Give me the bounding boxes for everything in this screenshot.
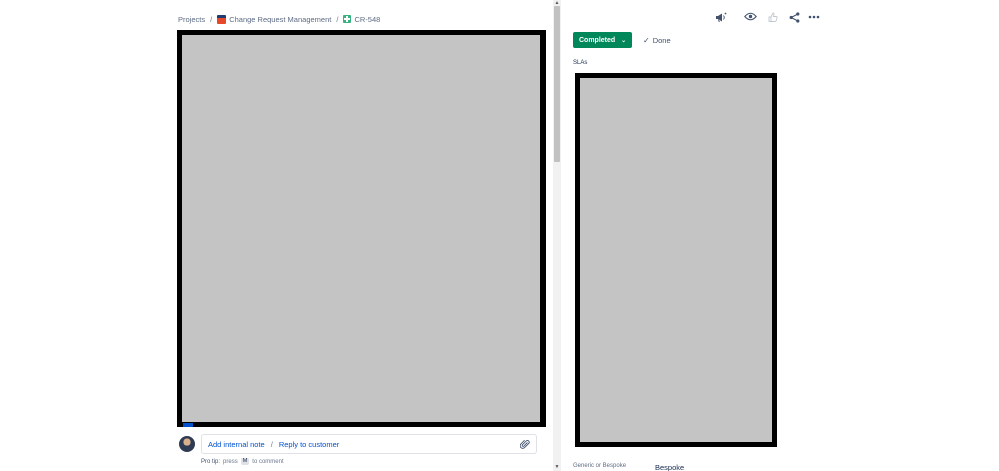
breadcrumb-separator: / <box>336 14 339 24</box>
pro-tip-press: press <box>223 458 238 465</box>
redacted-details-panel <box>575 73 777 447</box>
comment-composer[interactable]: Add internal note / Reply to customer <box>201 434 537 454</box>
pro-tip-label: Pro tip: <box>201 458 221 465</box>
breadcrumb: Projects / Change Request Management / C… <box>178 13 380 25</box>
left-panel-scrollbar[interactable]: ▲ ▼ <box>553 0 561 471</box>
megaphone-icon[interactable] <box>714 10 728 24</box>
slas-heading: SLAs <box>573 60 588 66</box>
reply-to-customer-link[interactable]: Reply to customer <box>279 440 339 449</box>
breadcrumb-project-link[interactable]: Change Request Management <box>229 15 331 24</box>
close-icon <box>519 421 529 426</box>
add-internal-note-link[interactable]: Add internal note <box>208 440 265 449</box>
thumbs-up-icon[interactable] <box>766 10 780 24</box>
user-avatar <box>179 436 195 452</box>
change-issue-type-icon <box>343 15 352 23</box>
resolution-indicator: ✓ Done <box>643 36 671 45</box>
pro-tip-suffix: to comment <box>252 458 284 465</box>
status-dropdown-button[interactable]: Completed ⌄ <box>573 32 632 48</box>
breadcrumb-issue-key-link[interactable]: CR-548 <box>354 15 380 24</box>
breadcrumb-projects-link[interactable]: Projects <box>178 15 205 24</box>
visibility-icon <box>500 421 510 426</box>
breadcrumb-separator: / <box>210 14 213 24</box>
attachment-icon[interactable] <box>519 439 530 450</box>
chevron-down-icon: ⌄ <box>621 37 627 44</box>
scrollbar-thumb[interactable] <box>554 6 560 162</box>
more-icon[interactable] <box>807 10 821 24</box>
comment-separator: / <box>270 439 273 449</box>
eye-icon[interactable] <box>743 9 757 23</box>
pro-tip: Pro tip: press M to comment <box>201 458 284 465</box>
share-icon[interactable] <box>787 10 801 24</box>
field-label-generic-or-bespoke: Generic or Bespoke <box>573 463 627 469</box>
check-icon: ✓ <box>643 36 650 45</box>
comment-type-icon <box>183 423 193 427</box>
field-value-generic-or-bespoke[interactable]: Bespoke <box>655 463 684 471</box>
scroll-down-arrow-icon[interactable]: ▼ <box>554 464 560 470</box>
keyboard-shortcut-key: M <box>240 458 250 465</box>
resolution-label: Done <box>652 36 671 45</box>
project-avatar-icon <box>217 14 227 24</box>
redacted-issue-content <box>177 30 546 427</box>
status-label: Completed <box>579 36 616 44</box>
